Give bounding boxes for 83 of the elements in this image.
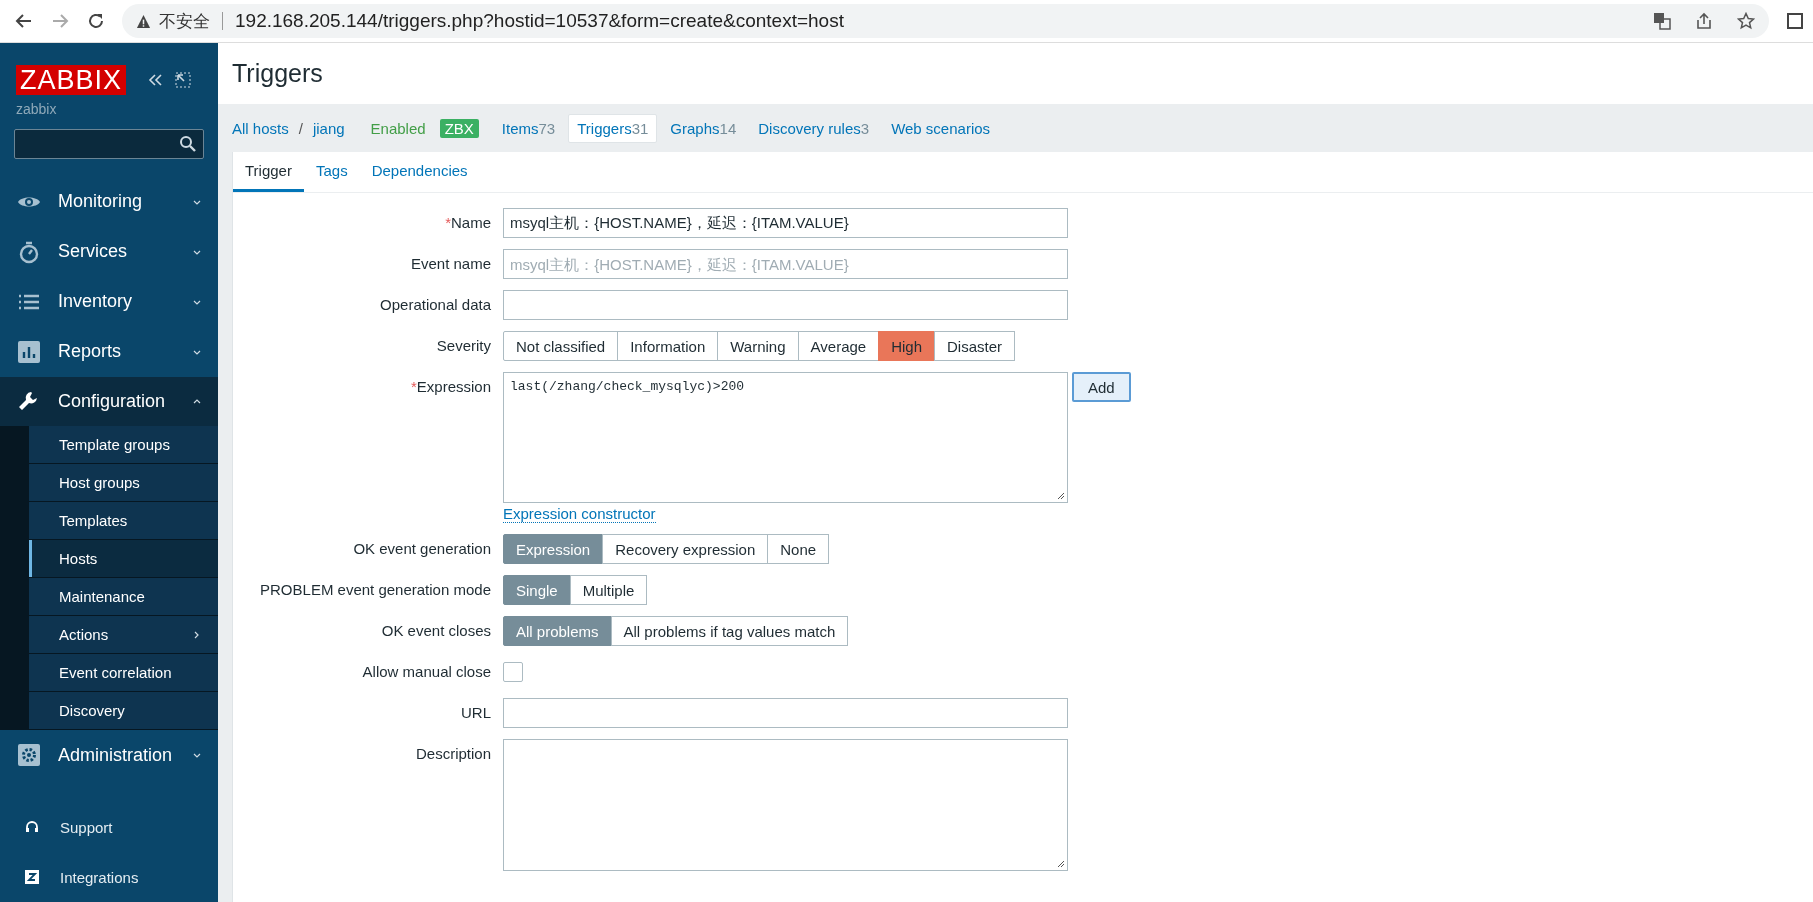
field-label: OK event closes (380, 621, 491, 641)
submenu-item[interactable]: Hosts (29, 540, 218, 579)
segment-option[interactable]: Not classified (503, 331, 619, 361)
field-label: Description (414, 744, 491, 764)
field-label: PROBLEM event generation mode (259, 580, 491, 600)
menu-label: Services (58, 241, 129, 263)
submenu-item[interactable]: Template groups (29, 426, 218, 465)
menu-label: Inventory (58, 291, 134, 313)
field-label: Severity (435, 336, 491, 356)
stopwatch-icon (17, 239, 41, 264)
submenu-item[interactable]: Maintenance (29, 578, 218, 617)
menu-item[interactable]: Reports (0, 326, 218, 377)
checkbox[interactable] (503, 662, 523, 682)
segment-option[interactable]: All problems if tag values match (610, 616, 849, 646)
url-text: 192.168.205.144/triggers.php?hostid=10537&form=create&context=host (235, 10, 844, 32)
form-tab[interactable]: Trigger (233, 152, 304, 192)
segment-option[interactable]: None (767, 534, 830, 564)
z-square-icon (24, 869, 40, 886)
menu-item[interactable]: Administration (0, 730, 218, 781)
text-input[interactable] (503, 290, 1068, 320)
host-nav-tab[interactable]: Discovery rules3 (749, 113, 879, 143)
footer-link[interactable]: Support (0, 802, 218, 853)
field-label: Allow manual close (361, 662, 491, 682)
breadcrumb-link[interactable]: All hosts (226, 119, 295, 137)
host-nav-tab[interactable]: Web scenarios (882, 113, 1000, 143)
share-icon[interactable] (1695, 12, 1713, 30)
expression-textarea[interactable]: last(/zhang/check_mysqlyc)>200 (503, 372, 1068, 503)
text-input[interactable] (503, 698, 1068, 728)
field-label: *Expression (409, 377, 491, 397)
text-input[interactable]: msyql主机：{HOST.NAME}，延迟：{ITAM.VALUE} (503, 249, 1068, 279)
segment-option[interactable]: Recovery expression (602, 534, 769, 564)
submenu-item[interactable]: Host groups (29, 464, 218, 503)
host-nav-tab[interactable]: Triggers31 (568, 113, 658, 143)
status-label: Enabled (370, 119, 426, 137)
breadcrumb-link[interactable]: jiang (306, 119, 351, 137)
menu-label: Administration (58, 744, 174, 766)
submenu-item[interactable]: Discovery (29, 692, 218, 731)
add-button[interactable]: Add (1072, 372, 1131, 402)
availability-badge: ZBX (439, 118, 479, 138)
reload-icon[interactable] (86, 11, 106, 31)
submenu-item[interactable]: Actions (29, 616, 218, 655)
host-nav-tab[interactable]: Graphs14 (661, 113, 746, 143)
submenu-item[interactable]: Event correlation (29, 654, 218, 693)
search-icon[interactable] (179, 135, 197, 153)
segment-option[interactable]: Disaster (934, 331, 1016, 361)
address-bar[interactable]: 不安全 192.168.205.144/triggers.php?hostid=10537&form=create&context=host (122, 4, 1769, 38)
security-label: 不安全 (159, 10, 210, 33)
segment-option[interactable]: Average (797, 331, 880, 361)
zabbix-logo[interactable]: ZABBIX (16, 65, 127, 95)
bar-chart-icon (17, 339, 41, 364)
field-label: Event name (409, 254, 491, 274)
page-title: Triggers (218, 43, 1813, 104)
window-icon[interactable] (1785, 11, 1805, 31)
segment-option[interactable]: Warning (717, 331, 799, 361)
field-label: OK event generation (352, 539, 491, 559)
text-input[interactable]: msyql主机：{HOST.NAME}，延迟：{ITAM.VALUE} (503, 208, 1068, 238)
resize-grip-icon (1055, 858, 1065, 868)
gear-icon (17, 743, 41, 768)
field-label: URL (460, 703, 491, 723)
breadcrumb-separator: / (298, 119, 303, 137)
segment-option[interactable]: Multiple (569, 575, 648, 605)
host-nav-tab[interactable]: Items73 (492, 113, 565, 143)
warning-icon (136, 13, 151, 29)
search-field[interactable] (14, 129, 204, 159)
segment-option[interactable]: Information (617, 331, 719, 361)
expression-constructor-link[interactable]: Expression constructor (503, 505, 656, 523)
resize-grip-icon (1055, 490, 1065, 500)
menu-label: Reports (58, 341, 123, 363)
form-tab[interactable]: Dependencies (359, 152, 480, 192)
menu-item[interactable]: Inventory (0, 276, 218, 327)
menu-label: Monitoring (58, 191, 144, 213)
star-icon[interactable] (1737, 12, 1755, 30)
segment-option[interactable]: High (878, 331, 936, 361)
menu-item[interactable]: Monitoring (0, 176, 218, 227)
menu-item[interactable]: Configuration (0, 376, 218, 427)
menu-item[interactable]: Services (0, 226, 218, 277)
submenu-item[interactable]: Templates (29, 502, 218, 541)
form-tab[interactable]: Tags (303, 152, 360, 192)
field-label: Operational data (379, 295, 491, 315)
footer-link[interactable]: Integrations (0, 852, 218, 902)
user-name: zabbix (15, 100, 58, 117)
field-label: *Name (444, 213, 491, 233)
menu-label: Configuration (58, 390, 167, 412)
